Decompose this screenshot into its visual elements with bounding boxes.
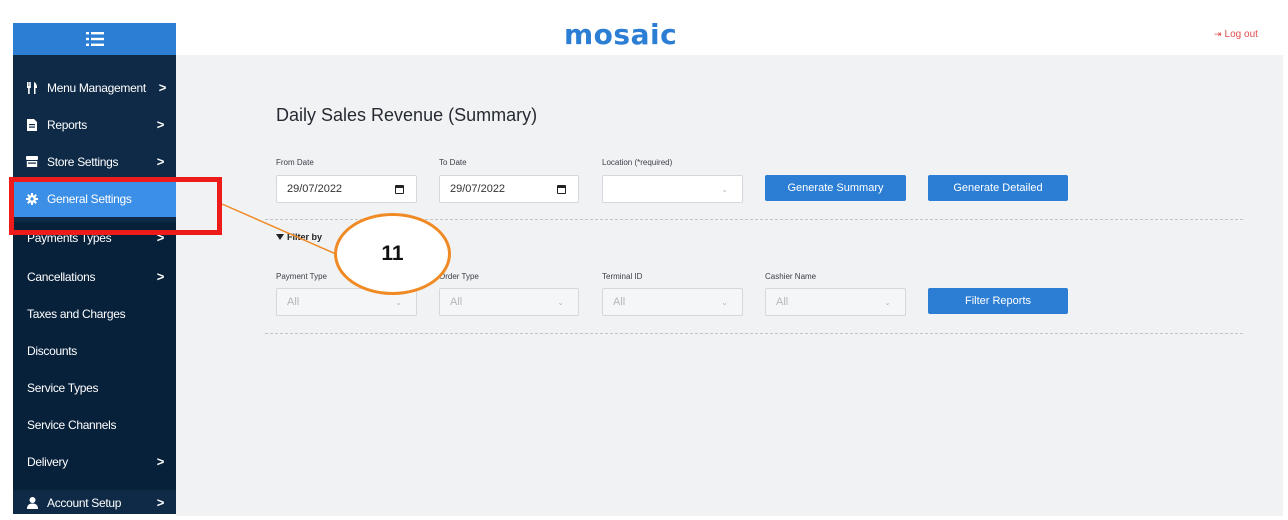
- annotation-highlight-box: [9, 177, 222, 235]
- annotation-leader-line: [221, 203, 346, 259]
- annotation-step-callout: 11: [334, 213, 451, 295]
